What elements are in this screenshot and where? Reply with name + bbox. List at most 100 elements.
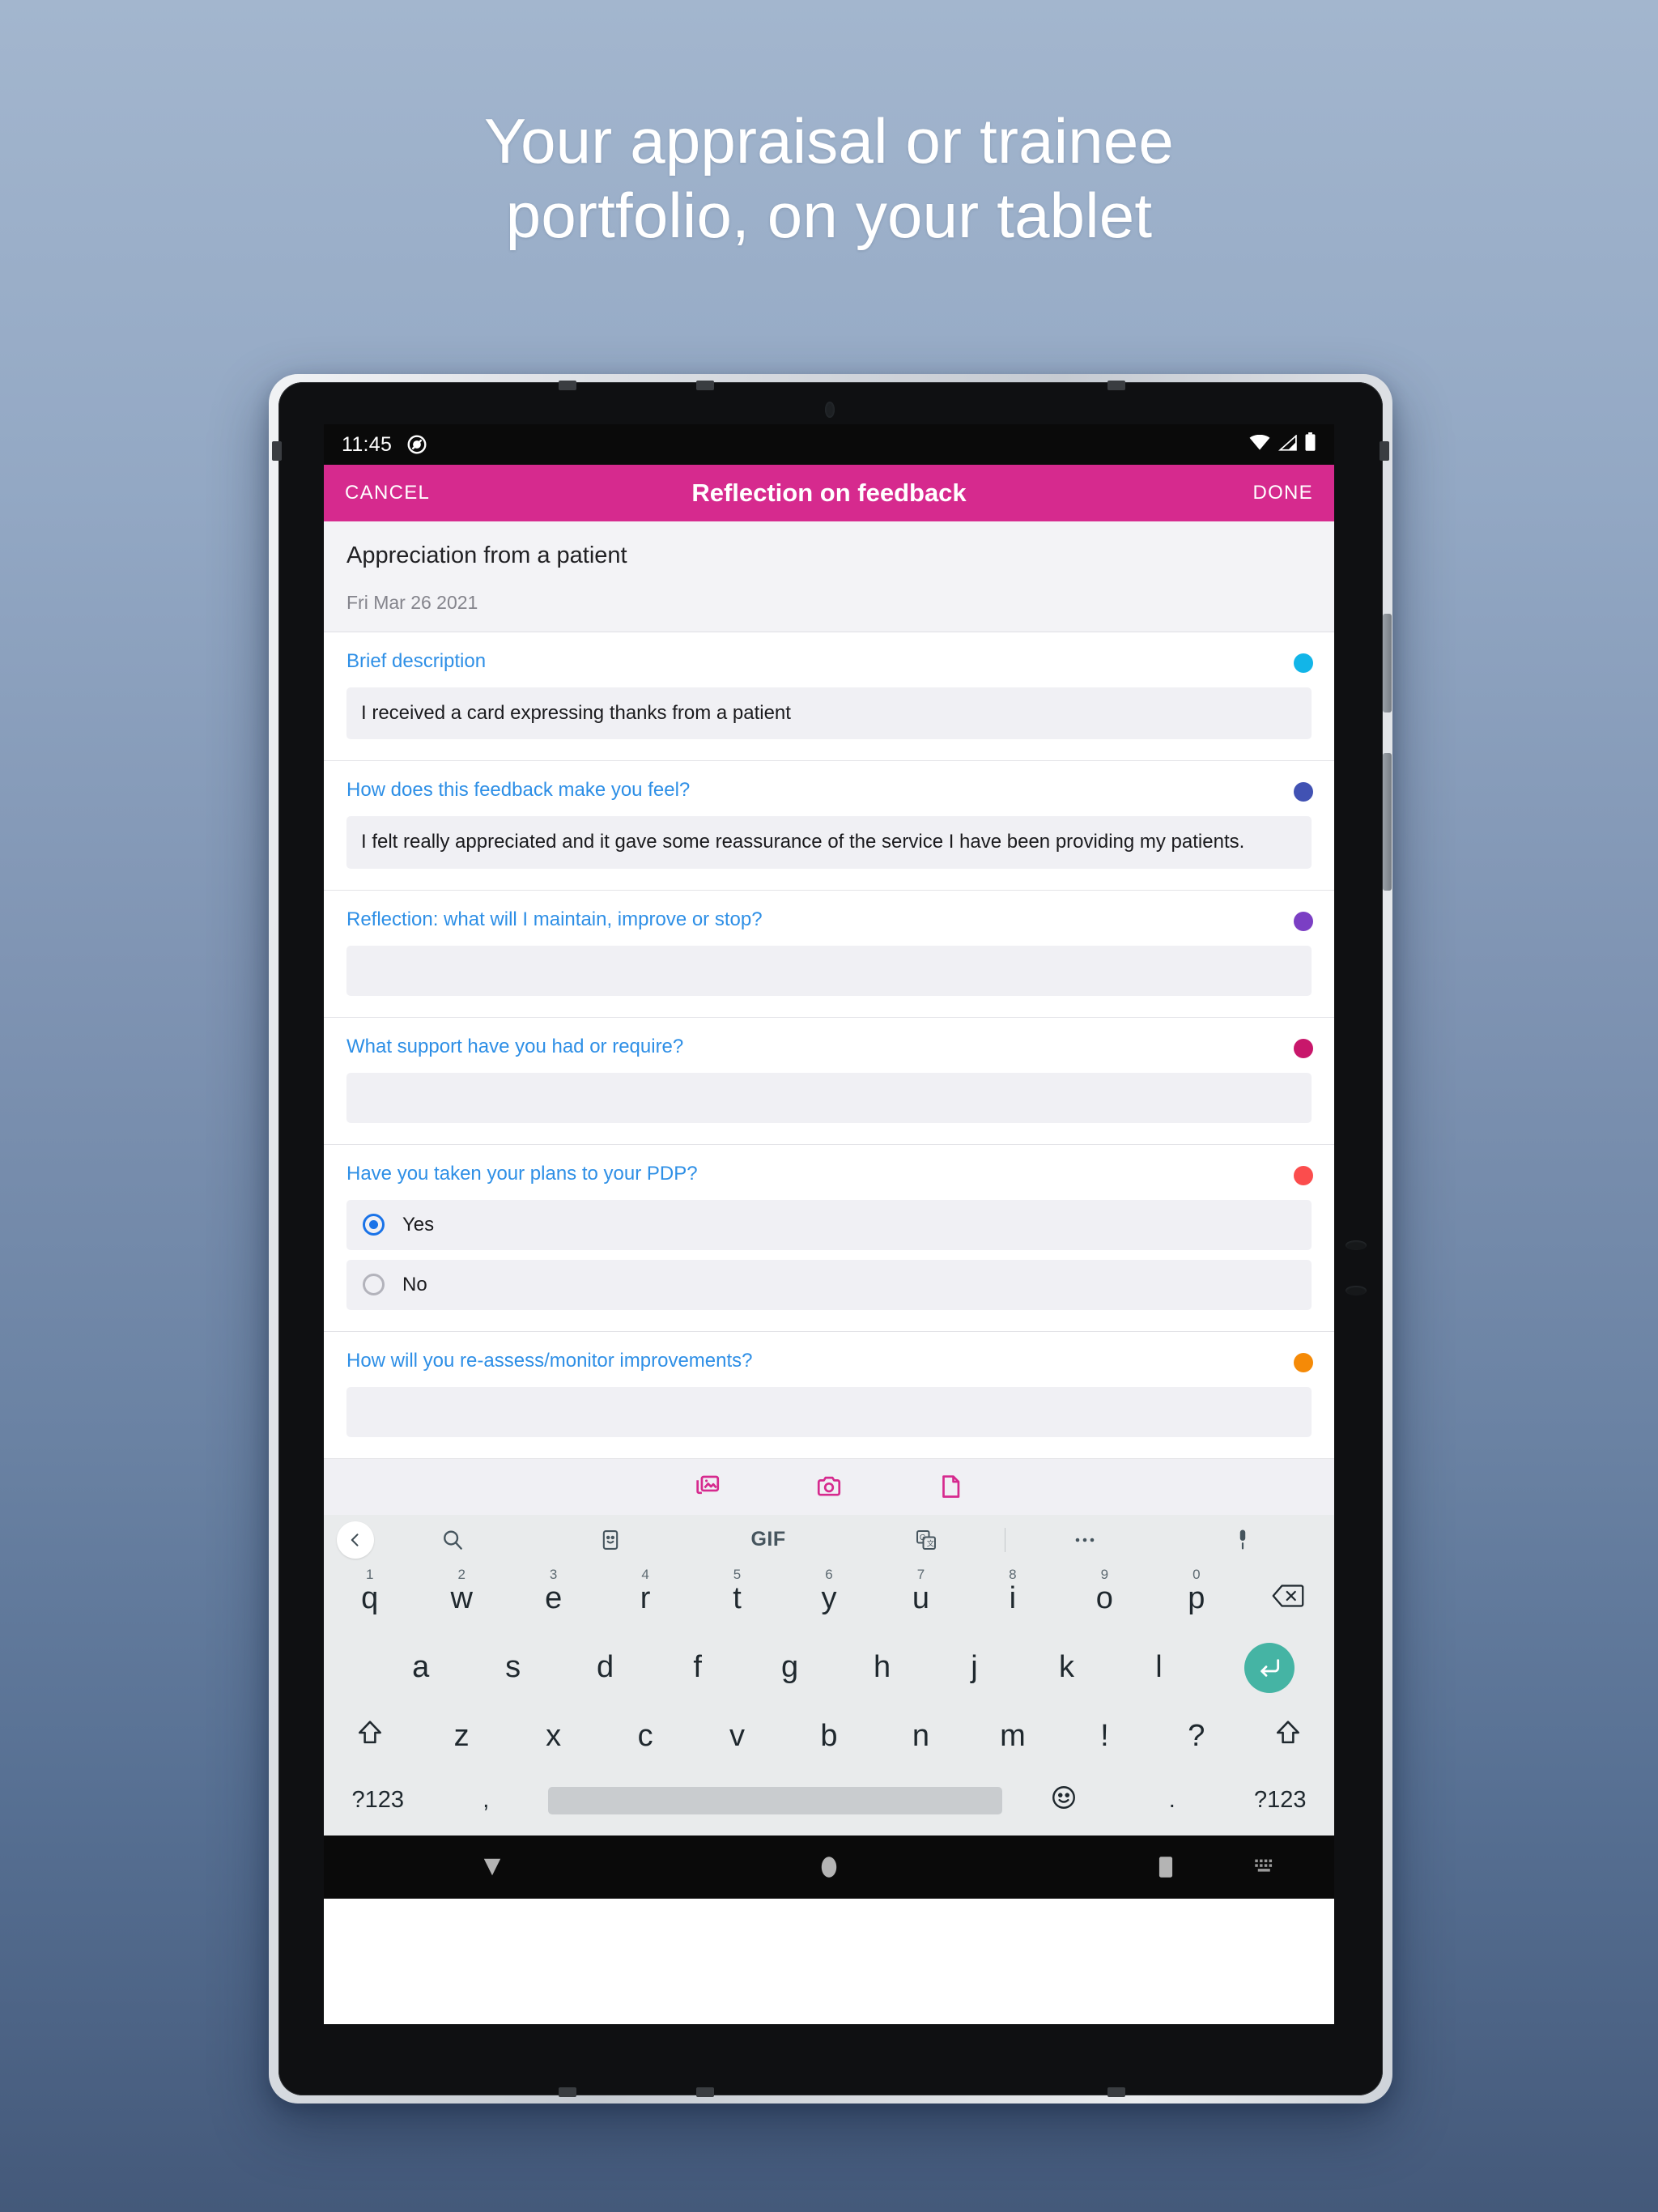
question-label: How will you re-assess/monitor improveme…: [346, 1349, 753, 1372]
key-j[interactable]: j: [929, 1634, 1021, 1703]
microphone-icon[interactable]: [1163, 1528, 1321, 1552]
antenna-line-right: [1107, 381, 1125, 390]
keyboard-icon[interactable]: [1253, 1856, 1278, 1878]
key-h[interactable]: h: [836, 1634, 929, 1703]
spacebar-key[interactable]: [547, 1786, 1002, 1814]
form-section: Reflection: what will I maintain, improv…: [324, 890, 1334, 1018]
key-q[interactable]: 1q: [324, 1565, 415, 1634]
key-k[interactable]: k: [1020, 1634, 1112, 1703]
key-m[interactable]: m: [967, 1703, 1058, 1772]
shift-icon-right[interactable]: [1243, 1703, 1334, 1772]
speaker-grille-top: [1346, 1240, 1367, 1250]
system-navigation-bar: [324, 1835, 1334, 1899]
translate-icon[interactable]: G 文: [847, 1529, 1005, 1551]
key-i[interactable]: 8i: [967, 1565, 1058, 1634]
antenna-line-side-top: [272, 441, 282, 461]
radio-option[interactable]: Yes: [346, 1199, 1312, 1250]
document-icon[interactable]: [890, 1473, 1011, 1500]
form-section: Have you taken your plans to your PDP? Ye…: [324, 1144, 1334, 1332]
key-o[interactable]: 9o: [1059, 1565, 1150, 1634]
key-p[interactable]: 0p: [1150, 1565, 1242, 1634]
chevron-left-icon[interactable]: [337, 1521, 374, 1559]
svg-text:文: 文: [927, 1538, 934, 1547]
emoji-icon[interactable]: [1010, 1784, 1118, 1818]
symbols-key-left[interactable]: ?123: [324, 1787, 432, 1814]
key-c[interactable]: c: [599, 1703, 691, 1772]
app-bar: CANCEL Reflection on feedback DONE: [324, 465, 1334, 521]
cancel-button[interactable]: CANCEL: [345, 482, 430, 504]
page-headline: Your appraisal or trainee portfolio, on …: [0, 104, 1658, 253]
antenna-line-bottom-left: [559, 2087, 576, 2097]
done-button[interactable]: DONE: [1252, 482, 1313, 504]
answer-field[interactable]: I felt really appreciated and it gave so…: [346, 816, 1312, 869]
key-e[interactable]: 3e: [508, 1565, 599, 1634]
key-f[interactable]: f: [652, 1634, 744, 1703]
record-title: Appreciation from a patient: [346, 542, 627, 568]
radio-option[interactable]: No: [346, 1259, 1312, 1310]
photo-library-icon[interactable]: [647, 1473, 768, 1500]
period-key[interactable]: .: [1118, 1787, 1226, 1814]
answer-field[interactable]: I received a card expressing thanks from…: [346, 687, 1312, 740]
key-g[interactable]: g: [744, 1634, 836, 1703]
enter-icon[interactable]: [1205, 1643, 1334, 1694]
key-b[interactable]: b: [783, 1703, 874, 1772]
key-number-hint: 6: [825, 1566, 833, 1582]
key-w[interactable]: 2w: [415, 1565, 507, 1634]
sticker-icon[interactable]: [532, 1529, 690, 1551]
volume-button[interactable]: [1383, 614, 1392, 713]
radio-option-label: No: [402, 1273, 427, 1295]
search-icon[interactable]: [374, 1528, 532, 1552]
key-s[interactable]: s: [467, 1634, 559, 1703]
backspace-icon[interactable]: [1243, 1565, 1334, 1634]
key-number-hint: 7: [916, 1566, 925, 1582]
answer-field[interactable]: [346, 1386, 1312, 1437]
key-number-hint: 5: [733, 1566, 742, 1582]
antenna-line-side-right: [1380, 441, 1389, 461]
gif-button[interactable]: GIF: [690, 1528, 848, 1551]
record-date: Fri Mar 26 2021: [346, 592, 478, 613]
antenna-line-mid: [696, 381, 714, 390]
key-n[interactable]: n: [875, 1703, 967, 1772]
camera-icon[interactable]: [768, 1473, 890, 1500]
radio-selected-icon: [363, 1214, 385, 1236]
key-r[interactable]: 4r: [599, 1565, 691, 1634]
keyboard-row-2: asdfghjkl: [324, 1634, 1334, 1703]
front-camera-icon: [825, 402, 835, 418]
square-icon[interactable]: [997, 1855, 1334, 1879]
key-t[interactable]: 5t: [691, 1565, 783, 1634]
key-v[interactable]: v: [691, 1703, 783, 1772]
antenna-line-bottom-mid: [696, 2087, 714, 2097]
key-d[interactable]: d: [559, 1634, 652, 1703]
key-u[interactable]: 7u: [875, 1565, 967, 1634]
antenna-line-bottom-right: [1107, 2087, 1125, 2097]
keyboard-row-1: 1q2w3e4r5t6y7u8i9o0p: [324, 1565, 1334, 1634]
form-body: Brief description I received a card expre…: [324, 632, 1334, 1458]
question-label: Have you taken your plans to your PDP?: [346, 1162, 698, 1185]
comma-key[interactable]: ,: [432, 1787, 539, 1814]
headline-line-2: portfolio, on your tablet: [505, 180, 1153, 252]
down-arrow-icon[interactable]: [324, 1857, 661, 1878]
key-![interactable]: !: [1059, 1703, 1150, 1772]
key-l[interactable]: l: [1112, 1634, 1205, 1703]
key-?[interactable]: ?: [1150, 1703, 1242, 1772]
key-y[interactable]: 6y: [783, 1565, 874, 1634]
more-icon[interactable]: [1005, 1536, 1163, 1544]
shift-icon[interactable]: [324, 1703, 415, 1772]
svg-text:G: G: [920, 1534, 926, 1542]
key-z[interactable]: z: [415, 1703, 507, 1772]
wifi-icon: [1249, 433, 1270, 457]
section-color-dot: [1294, 1038, 1313, 1058]
answer-field[interactable]: [346, 1072, 1312, 1123]
attachment-bar: [324, 1457, 1334, 1515]
status-time: 11:45: [342, 432, 393, 456]
question-label: Brief description: [346, 650, 487, 672]
symbols-key-right[interactable]: ?123: [1226, 1787, 1334, 1814]
answer-field[interactable]: [346, 945, 1312, 996]
row2-left-spacer: [324, 1651, 375, 1685]
home-circle-icon[interactable]: [661, 1855, 997, 1879]
key-x[interactable]: x: [508, 1703, 599, 1772]
power-button[interactable]: [1383, 753, 1392, 891]
question-label: Reflection: what will I maintain, improv…: [346, 908, 763, 930]
key-number-hint: 3: [549, 1566, 558, 1582]
key-a[interactable]: a: [375, 1634, 467, 1703]
